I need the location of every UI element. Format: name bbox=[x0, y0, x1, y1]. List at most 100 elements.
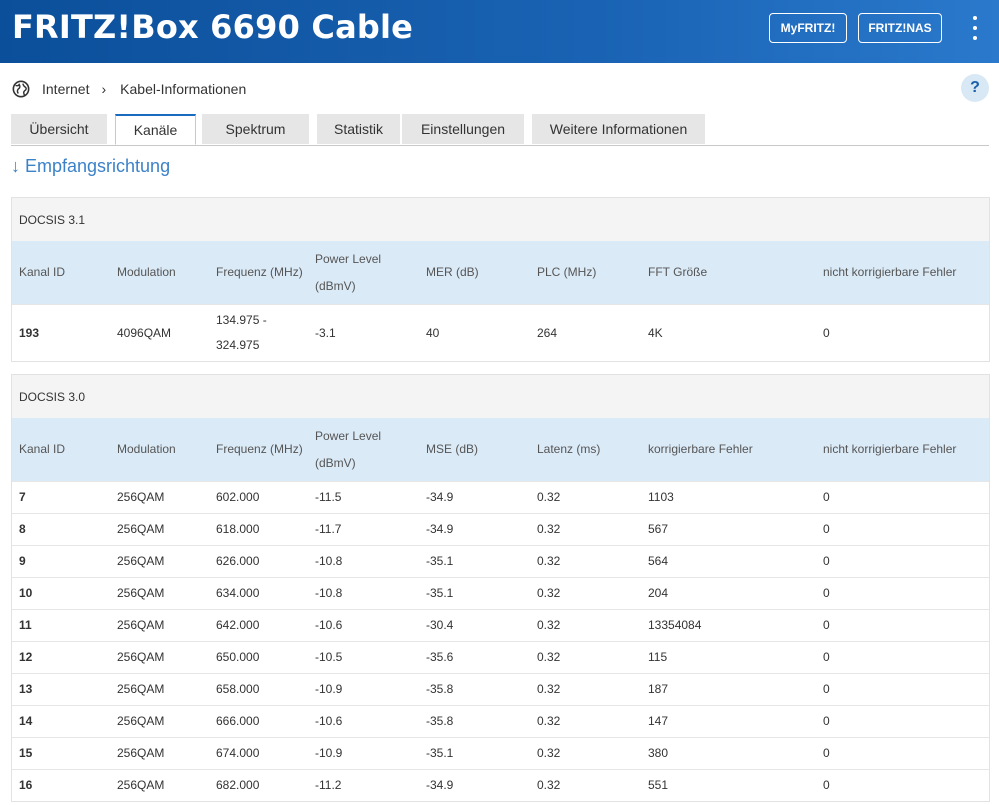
table-cell: 626.000 bbox=[216, 554, 260, 568]
table-cell: 666.000 bbox=[216, 714, 260, 728]
table-cell: -11.5 bbox=[315, 490, 342, 504]
table-cell: -35.8 bbox=[426, 714, 454, 728]
table-row: 7 256QAM 602.000 -11.5 -34.9 0.32 1103 0 bbox=[12, 481, 989, 513]
column-header: Frequenz (MHz) bbox=[216, 265, 303, 279]
tab-kanaele[interactable]: Kanäle bbox=[115, 114, 196, 145]
table-cell: -35.1 bbox=[426, 554, 454, 568]
page-title: FRITZ!Box 6690 Cable bbox=[12, 8, 414, 46]
tab-spektrum[interactable]: Spektrum bbox=[202, 114, 309, 144]
table-caption: DOCSIS 3.0 bbox=[12, 375, 989, 418]
table-cell: 650.000 bbox=[216, 650, 260, 664]
breadcrumb-internet[interactable]: Internet bbox=[42, 81, 89, 97]
tab-weitere-informationen[interactable]: Weitere Informationen bbox=[532, 114, 705, 144]
table-cell: 256QAM bbox=[117, 714, 165, 728]
help-button[interactable]: ? bbox=[961, 74, 989, 102]
myfritz-button[interactable]: MyFRITZ! bbox=[769, 13, 847, 43]
column-header: nicht korrigierbare Fehler bbox=[823, 442, 957, 456]
column-header: Modulation bbox=[117, 265, 176, 279]
table-cell: -10.8 bbox=[315, 554, 343, 568]
table-row: 8 256QAM 618.000 -11.7 -34.9 0.32 567 0 bbox=[12, 513, 989, 545]
table-cell: -10.6 bbox=[315, 714, 343, 728]
table-cell: -35.1 bbox=[426, 746, 454, 760]
column-header: PLC (MHz) bbox=[537, 265, 597, 279]
table-cell: -35.1 bbox=[426, 586, 454, 600]
table-cell: 12 bbox=[19, 650, 33, 664]
table-cell: 0.32 bbox=[537, 618, 561, 632]
table-cell: 256QAM bbox=[117, 778, 165, 792]
table-cell: 0 bbox=[823, 746, 830, 760]
table-row: 9 256QAM 626.000 -10.8 -35.1 0.32 564 0 bbox=[12, 545, 989, 577]
table-cell: 40 bbox=[426, 325, 440, 340]
table-cell: 256QAM bbox=[117, 650, 165, 664]
table-cell: 256QAM bbox=[117, 746, 165, 760]
table-cell: 0.32 bbox=[537, 746, 561, 760]
table-cell: -34.9 bbox=[426, 522, 454, 536]
table-cell: 0.32 bbox=[537, 650, 561, 664]
more-menu-icon[interactable] bbox=[966, 16, 984, 40]
column-header: Kanal ID bbox=[19, 442, 66, 456]
table-cell: 0 bbox=[823, 682, 830, 696]
column-header: MSE (dB) bbox=[426, 442, 479, 456]
table-cell: 0.32 bbox=[537, 490, 561, 504]
table-cell: 256QAM bbox=[117, 554, 165, 568]
table-cell: 8 bbox=[19, 522, 26, 536]
fritznas-button[interactable]: FRITZ!NAS bbox=[858, 13, 942, 43]
section-title: ↓ Empfangsrichtung bbox=[11, 156, 171, 176]
tab-uebersicht[interactable]: Übersicht bbox=[11, 114, 107, 144]
column-header: korrigierbare Fehler bbox=[648, 442, 753, 456]
tab-einstellungen[interactable]: Einstellungen bbox=[402, 114, 524, 144]
table-cell: 14 bbox=[19, 714, 33, 728]
column-header: Frequenz (MHz) bbox=[216, 442, 303, 456]
table-row: 15 256QAM 674.000 -10.9 -35.1 0.32 380 0 bbox=[12, 737, 989, 769]
table-cell: 187 bbox=[648, 682, 669, 696]
table-cell: 564 bbox=[648, 554, 669, 568]
table-cell: 10 bbox=[19, 586, 33, 600]
table-cell: -11.7 bbox=[315, 522, 342, 536]
table-cell: 0 bbox=[823, 554, 830, 568]
table-body: 7 256QAM 602.000 -11.5 -34.9 0.32 1103 0 8 256QAM… bbox=[12, 481, 989, 801]
table-cell: -3.1 bbox=[315, 325, 336, 340]
table-cell: -10.5 bbox=[315, 650, 343, 664]
table-cell: 256QAM bbox=[117, 490, 165, 504]
table-cell: 618.000 bbox=[216, 522, 260, 536]
table-cell: 264 bbox=[537, 325, 558, 340]
top-header: FRITZ!Box 6690 Cable MyFRITZ! FRITZ!NAS bbox=[0, 0, 999, 63]
table-cell: -11.2 bbox=[315, 778, 342, 792]
table-cell: 0 bbox=[823, 714, 830, 728]
table-cell: 658.000 bbox=[216, 682, 260, 696]
breadcrumb: Internet › Kabel-Informationen bbox=[12, 78, 246, 100]
column-header: Kanal ID bbox=[19, 265, 66, 279]
table-cell: 602.000 bbox=[216, 490, 260, 504]
table-row: 193 4096QAM 134.975 - 324.975 -3.1 40 26… bbox=[12, 304, 989, 361]
table-row: 12 256QAM 650.000 -10.5 -35.6 0.32 115 0 bbox=[12, 641, 989, 673]
table-cell: 256QAM bbox=[117, 586, 165, 600]
tab-statistik[interactable]: Statistik bbox=[317, 114, 400, 144]
table-cell: -30.4 bbox=[426, 618, 454, 632]
table-cell: 115 bbox=[648, 650, 668, 664]
table-cell: 4096QAM bbox=[117, 325, 172, 340]
table-cell: 11 bbox=[19, 618, 32, 632]
table-cell: -35.6 bbox=[426, 650, 454, 664]
table-cell: 642.000 bbox=[216, 618, 260, 632]
table-cell: 16 bbox=[19, 778, 33, 792]
table-header: Kanal ID Modulation Frequenz (MHz) Power… bbox=[12, 418, 989, 481]
column-header: Power Level (dBmV) bbox=[315, 428, 382, 470]
table-cell: 134.975 - 324.975 bbox=[216, 313, 267, 352]
table-cell: 0.32 bbox=[537, 778, 561, 792]
chevron-right-icon: › bbox=[101, 81, 107, 97]
column-header: FFT Größe bbox=[648, 265, 708, 279]
table-cell: 256QAM bbox=[117, 522, 165, 536]
table-cell: 256QAM bbox=[117, 682, 165, 696]
table-row: 10 256QAM 634.000 -10.8 -35.1 0.32 204 0 bbox=[12, 577, 989, 609]
table-cell: 0.32 bbox=[537, 714, 561, 728]
table-cell: 0 bbox=[823, 586, 830, 600]
table-row: 14 256QAM 666.000 -10.6 -35.8 0.32 147 0 bbox=[12, 705, 989, 737]
docsis30-table: DOCSIS 3.0 Kanal ID Modulation Frequenz … bbox=[11, 374, 990, 802]
table-cell: 15 bbox=[19, 746, 33, 760]
table-caption: DOCSIS 3.1 bbox=[12, 198, 989, 241]
breadcrumb-kabel-informationen: Kabel-Informationen bbox=[120, 81, 247, 97]
table-row: 13 256QAM 658.000 -10.9 -35.8 0.32 187 0 bbox=[12, 673, 989, 705]
table-cell: 567 bbox=[648, 522, 669, 536]
table-cell: 4K bbox=[648, 325, 663, 340]
table-cell: 682.000 bbox=[216, 778, 260, 792]
